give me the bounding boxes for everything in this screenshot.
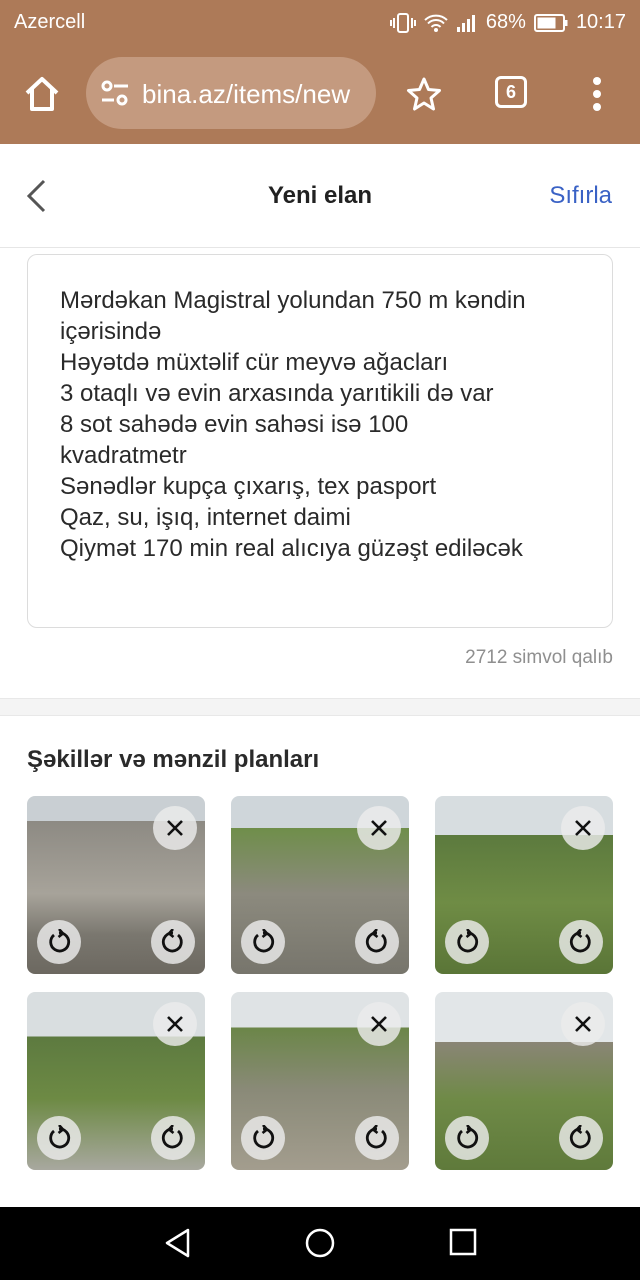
description-line: Sənədlər kupça çıxarış, tex pasport	[60, 473, 437, 500]
remove-photo-icon[interactable]	[153, 1002, 197, 1046]
rotate-right-icon[interactable]	[151, 920, 195, 964]
section-divider	[0, 698, 640, 716]
site-settings-icon[interactable]	[100, 79, 130, 112]
photo-thumbnail[interactable]	[435, 796, 613, 974]
nav-home-icon[interactable]	[304, 1227, 336, 1264]
nav-recents-icon[interactable]	[448, 1227, 478, 1262]
rotate-right-icon[interactable]	[151, 1116, 195, 1160]
more-menu-icon[interactable]	[586, 74, 608, 114]
description-line: 8 sot sahədə evin sahəsi isə 100	[60, 411, 409, 438]
photo-thumbnail[interactable]	[231, 992, 409, 1170]
rotate-left-icon[interactable]	[445, 920, 489, 964]
rotate-left-icon[interactable]	[241, 920, 285, 964]
remove-photo-icon[interactable]	[561, 1002, 605, 1046]
page-header: Yeni elan Sıfırla	[0, 144, 640, 248]
rotate-right-icon[interactable]	[559, 1116, 603, 1160]
rotate-right-icon[interactable]	[355, 1116, 399, 1160]
photo-thumbnail[interactable]	[27, 796, 205, 974]
description-line: Qiymət 170 min real alıcıya güzəşt edilə…	[60, 535, 523, 562]
wifi-icon	[424, 13, 448, 33]
carrier-name: Azercell	[14, 11, 86, 33]
remove-photo-icon[interactable]	[357, 806, 401, 850]
rotate-right-icon[interactable]	[355, 920, 399, 964]
remove-photo-icon[interactable]	[561, 806, 605, 850]
address-bar[interactable]: bina.az/items/new	[86, 57, 376, 129]
photo-thumbnail[interactable]	[435, 992, 613, 1170]
status-bar: Azercell 68% 10:17	[0, 0, 640, 44]
status-icons: 68% 10:17	[389, 11, 626, 34]
clock: 10:17	[575, 11, 626, 33]
rotate-left-icon[interactable]	[37, 920, 81, 964]
rotate-right-icon[interactable]	[559, 920, 603, 964]
battery-icon	[533, 13, 568, 32]
rotate-left-icon[interactable]	[241, 1116, 285, 1160]
system-nav-bar	[0, 1207, 640, 1280]
photos-section-title: Şəkillər və mənzil planları	[27, 746, 320, 773]
battery-percent: 68%	[485, 11, 526, 33]
bookmark-star-icon[interactable]	[404, 74, 444, 119]
url-text: bina.az/items/new	[142, 79, 351, 109]
signal-icon	[456, 13, 478, 33]
vibrate-icon	[389, 12, 416, 33]
reset-button[interactable]: Sıfırla	[549, 182, 612, 210]
description-line: 3 otaqlı və evin arxasında yarıtikili də…	[60, 380, 494, 407]
rotate-left-icon[interactable]	[445, 1116, 489, 1160]
character-counter: 2712 simvol qalıb	[465, 647, 613, 668]
remove-photo-icon[interactable]	[357, 1002, 401, 1046]
rotate-left-icon[interactable]	[37, 1116, 81, 1160]
description-line: Qaz, su, işıq, internet daimi	[60, 504, 351, 531]
description-line: Mərdəkan Magistral yolundan 750 m kəndin	[60, 287, 526, 314]
page-title: Yeni elan	[267, 182, 373, 209]
home-icon[interactable]	[22, 74, 62, 114]
remove-photo-icon[interactable]	[153, 806, 197, 850]
description-line: Həyətdə müxtəlif cür meyvə ağacları	[60, 349, 449, 376]
browser-toolbar: bina.az/items/new 6	[0, 44, 640, 144]
photo-thumbnail[interactable]	[231, 796, 409, 974]
description-line: kvadratmetr	[60, 442, 187, 469]
description-line: içərisində	[60, 318, 162, 345]
nav-back-icon[interactable]	[162, 1227, 194, 1264]
tab-switcher-button[interactable]: 6	[495, 76, 527, 108]
description-textarea[interactable]: Mərdəkan Magistral yolundan 750 m kəndin…	[27, 254, 613, 628]
photo-thumbnail[interactable]	[27, 992, 205, 1170]
